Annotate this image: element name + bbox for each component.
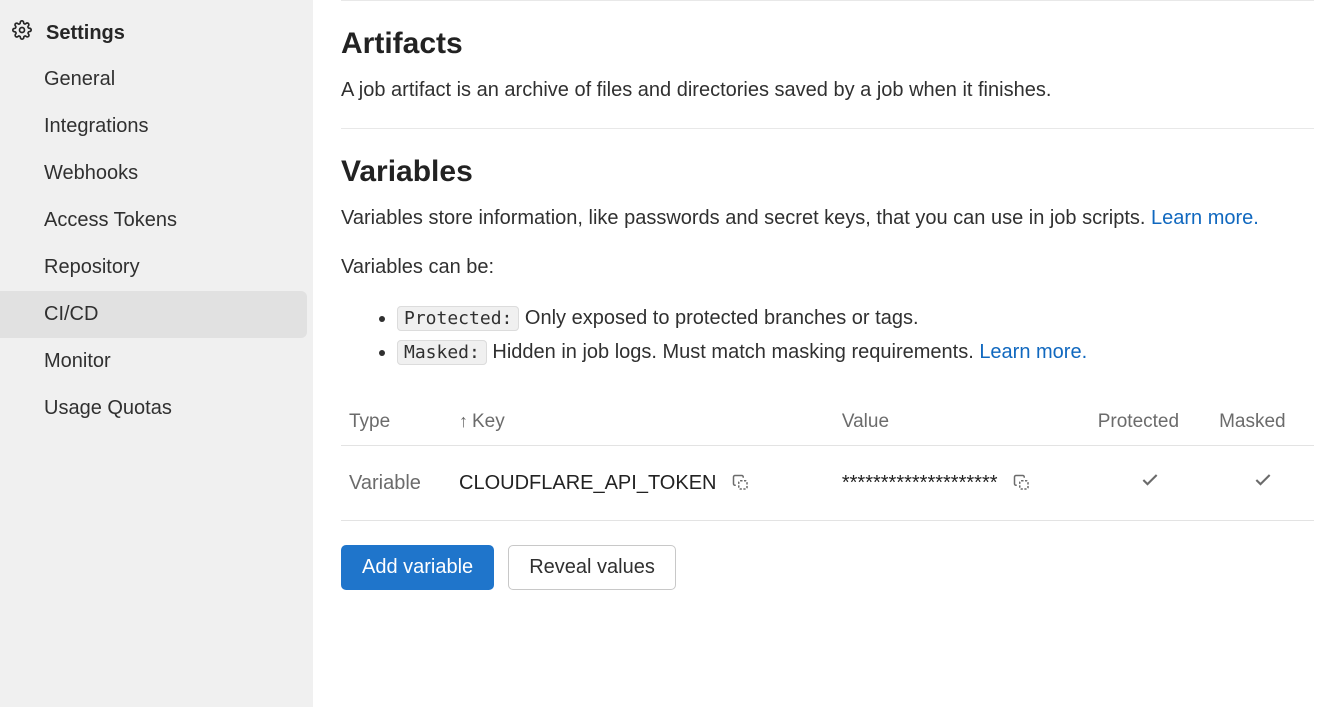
col-value[interactable]: Value: [834, 399, 1090, 446]
sidebar-item-access-tokens[interactable]: Access Tokens: [0, 197, 313, 244]
reveal-values-button[interactable]: Reveal values: [508, 545, 676, 590]
sidebar-item-cicd[interactable]: CI/CD: [0, 291, 307, 338]
bullet-masked: Masked: Hidden in job logs. Must match m…: [397, 335, 1314, 369]
variables-section: Variables Variables store information, l…: [341, 155, 1314, 590]
sidebar-item-general[interactable]: General: [0, 56, 313, 103]
check-icon: [1098, 470, 1203, 490]
variables-button-row: Add variable Reveal values: [341, 545, 1314, 590]
sidebar-item-usage-quotas[interactable]: Usage Quotas: [0, 385, 313, 432]
masked-pill: Masked:: [397, 340, 487, 365]
variables-bullets: Protected: Only exposed to protected bra…: [341, 301, 1314, 369]
cell-type: Variable: [341, 446, 451, 521]
sidebar-item-repository[interactable]: Repository: [0, 244, 313, 291]
cell-value: ********************: [834, 446, 1090, 521]
col-protected[interactable]: Protected: [1090, 399, 1211, 446]
masked-learn-more-link[interactable]: Learn more.: [979, 341, 1087, 363]
protected-pill: Protected:: [397, 306, 519, 331]
variables-title: Variables: [341, 155, 1314, 189]
cell-key: CLOUDFLARE_API_TOKEN: [451, 446, 834, 521]
check-icon: [1219, 470, 1306, 490]
main-content: Artifacts A job artifact is an archive o…: [313, 0, 1344, 707]
variables-can-be-label: Variables can be:: [341, 256, 1314, 279]
copy-key-icon[interactable]: [732, 474, 750, 492]
cell-masked: [1211, 446, 1314, 521]
artifacts-title: Artifacts: [341, 27, 1314, 61]
sort-asc-icon: ↑: [459, 411, 468, 431]
artifacts-description: A job artifact is an archive of files an…: [341, 79, 1314, 102]
variables-description: Variables store information, like passwo…: [341, 207, 1314, 230]
divider: [341, 128, 1314, 129]
table-row[interactable]: Variable CLOUDFLARE_API_TOKEN **********…: [341, 446, 1314, 521]
add-variable-button[interactable]: Add variable: [341, 545, 494, 590]
divider: [341, 0, 1314, 1]
variables-table: Type ↑Key Value Protected Masked Variabl…: [341, 399, 1314, 521]
variables-learn-more-link[interactable]: Learn more.: [1151, 207, 1259, 229]
bullet-protected: Protected: Only exposed to protected bra…: [397, 301, 1314, 335]
col-type[interactable]: Type: [341, 399, 451, 446]
gear-icon: [12, 20, 46, 46]
copy-value-icon[interactable]: [1013, 474, 1031, 492]
cell-protected: [1090, 446, 1211, 521]
col-key[interactable]: ↑Key: [451, 399, 834, 446]
sidebar-heading-label: Settings: [46, 22, 125, 45]
sidebar-item-monitor[interactable]: Monitor: [0, 338, 313, 385]
col-masked[interactable]: Masked: [1211, 399, 1314, 446]
settings-sidebar: Settings General Integrations Webhooks A…: [0, 0, 313, 707]
sidebar-item-webhooks[interactable]: Webhooks: [0, 150, 313, 197]
sidebar-item-integrations[interactable]: Integrations: [0, 103, 313, 150]
artifacts-section: Artifacts A job artifact is an archive o…: [341, 27, 1314, 102]
sidebar-heading: Settings: [0, 12, 313, 56]
